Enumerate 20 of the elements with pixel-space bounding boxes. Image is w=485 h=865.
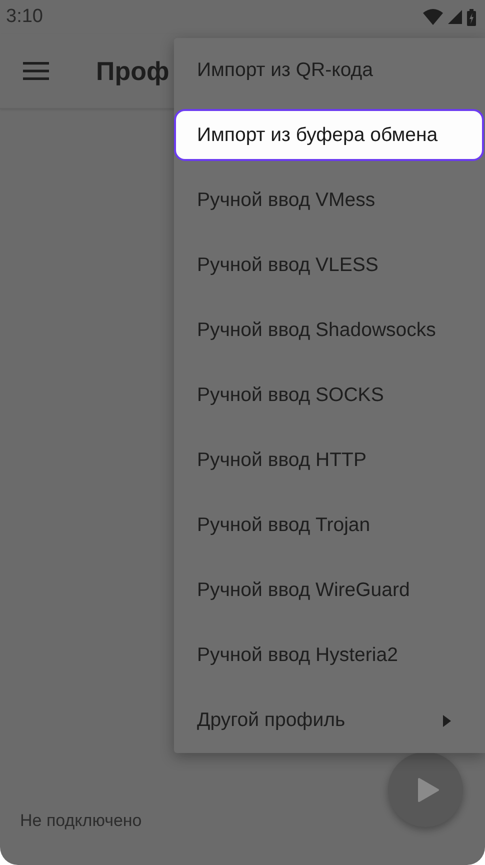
play-icon: [417, 778, 439, 802]
menu-icon[interactable]: [23, 62, 49, 80]
menu-item[interactable]: Ручной ввод HTTP: [174, 428, 485, 493]
connection-status: Не подключено: [20, 811, 142, 831]
menu-item[interactable]: Ручной ввод WireGuard: [174, 558, 485, 623]
submenu-item[interactable]: Другой профиль: [174, 688, 485, 753]
caret-icon: [443, 714, 451, 726]
signal-icon: [448, 10, 462, 24]
status-time: 3:10: [6, 6, 43, 28]
app-title: Проф: [96, 56, 170, 86]
menu-item[interactable]: Ручной ввод Shadowsocks: [174, 298, 485, 363]
battery-icon: [467, 8, 476, 26]
menu-item[interactable]: Импорт из буфера обмена: [174, 109, 484, 161]
menu-item[interactable]: Ручной ввод VMess: [174, 168, 485, 233]
menu-item[interactable]: Ручной ввод Hysteria2: [174, 623, 485, 688]
menu-item[interactable]: Ручной ввод SOCKS: [174, 363, 485, 428]
menu-item[interactable]: Ручной ввод VLESS: [174, 233, 485, 298]
wifi-icon: [423, 9, 443, 25]
menu-item[interactable]: Ручной ввод Trojan: [174, 493, 485, 558]
menu-item[interactable]: Импорт из QR-кода: [174, 38, 485, 103]
